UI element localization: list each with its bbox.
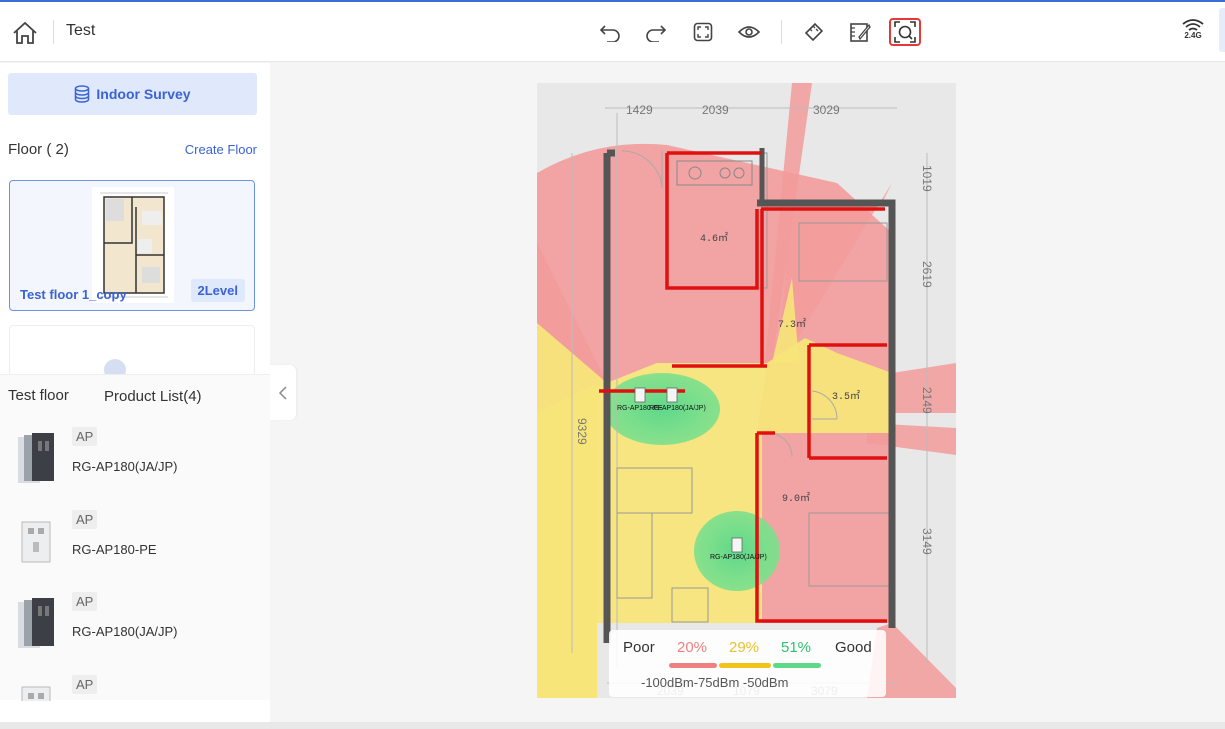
legend-bar-mid	[719, 663, 771, 668]
top-bar: Test 2.4G	[0, 0, 1225, 62]
database-icon	[75, 85, 90, 103]
project-title: Test	[66, 22, 96, 39]
product-type-tag: AP	[72, 592, 98, 611]
floor-level-badge: 2Level	[190, 279, 245, 302]
legend-dbm-scale: -100dBm-75dBm -50dBm	[641, 675, 789, 690]
dimension-label: 1429	[626, 103, 653, 117]
product-item[interactable]: AP RG-AP180(JA/JP)	[0, 425, 270, 505]
product-item[interactable]: AP RG-AP180-PE	[0, 508, 270, 588]
room-area-label: 9.0㎡	[782, 492, 810, 505]
product-name: RG-AP180(JA/JP)	[72, 459, 178, 474]
ruler-icon	[804, 22, 824, 42]
legend-bar-good	[773, 663, 821, 668]
home-button[interactable]	[10, 18, 40, 48]
band-label: 2.4G	[1184, 31, 1202, 40]
collapse-sidebar-button[interactable]	[270, 365, 296, 420]
heatmap-scan-icon	[894, 21, 916, 43]
legend-bar-poor	[669, 663, 717, 668]
dimension-label: 2149	[920, 387, 934, 414]
redo-button[interactable]	[640, 18, 672, 46]
dimension-label: 1019	[920, 165, 934, 192]
heatmap-scan-button[interactable]	[889, 18, 921, 46]
fit-screen-icon	[693, 22, 713, 42]
dimension-label: 9329	[575, 418, 589, 445]
indoor-survey-label: Indoor Survey	[96, 86, 191, 102]
product-item[interactable]: AP RG-AP180(JA/JP)	[0, 590, 270, 670]
dimension-label: 3029	[813, 103, 840, 117]
draw-wall-button[interactable]	[844, 18, 876, 46]
legend-good-label: Good	[835, 639, 872, 656]
ap-label: RG-AP180(JA/JP)	[710, 554, 767, 561]
home-icon	[13, 21, 37, 44]
view-button[interactable]	[733, 18, 765, 46]
floor-count-heading: Floor ( 2)	[8, 141, 69, 158]
header-divider	[53, 20, 54, 44]
ap-device-image	[18, 598, 54, 648]
product-item[interactable]: AP	[0, 673, 270, 701]
dimension-label: 3149	[920, 528, 934, 555]
room-area-label: 4.6㎡	[700, 232, 728, 245]
undo-button[interactable]	[594, 18, 626, 46]
indoor-survey-button[interactable]: Indoor Survey	[8, 73, 257, 115]
toolbar-divider	[781, 20, 782, 44]
legend-poor-percent: 20%	[677, 639, 708, 656]
heatmap-floorplan: RG-AP180-PE RG-AP180(JA/JP) RG-AP180(JA/…	[537, 83, 956, 698]
fit-screen-button[interactable]	[687, 18, 719, 46]
band-switch-button[interactable]: 2.4G	[1178, 18, 1208, 48]
product-panel: Test floor Product List(4) AP RG-AP180(J…	[0, 374, 270, 701]
legend-good-percent: 51%	[781, 639, 812, 656]
product-type-tag: AP	[72, 510, 98, 529]
ap-device-image	[18, 433, 54, 483]
eye-icon	[738, 26, 760, 38]
create-floor-link[interactable]: Create Floor	[185, 142, 257, 157]
dimension-label: 2039	[702, 103, 729, 117]
floor-thumbnail	[92, 187, 174, 303]
legend-poor-label: Poor	[623, 639, 655, 656]
ap-label: RG-AP180(JA/JP)	[649, 405, 706, 412]
measure-button[interactable]	[798, 18, 830, 46]
bottom-scrollbar-track	[0, 722, 1225, 729]
signal-legend: Poor 20% 29% 51% Good -100dBm-75dBm -50d…	[609, 630, 886, 697]
draw-wall-icon	[850, 23, 871, 42]
redo-icon	[646, 25, 667, 42]
chevron-left-icon	[278, 385, 287, 400]
floor-card-selected[interactable]: Test floor 1_copy 2Level	[9, 180, 255, 311]
product-type-tag: AP	[72, 427, 98, 446]
dimension-label: 2619	[920, 261, 934, 288]
room-area-label: 7.3㎡	[778, 318, 806, 331]
floor-name: Test floor 1_copy	[20, 287, 127, 302]
right-edge-tab	[1219, 8, 1225, 52]
ap-device-image	[21, 521, 51, 563]
product-type-tag: AP	[72, 675, 98, 694]
ap-device-image	[21, 686, 51, 701]
product-name: RG-AP180-PE	[72, 542, 157, 557]
room-area-label: 3.5㎡	[832, 390, 860, 403]
legend-mid-percent: 29%	[729, 639, 760, 656]
panel-floor-name: Test floor	[8, 387, 69, 404]
undo-icon	[599, 25, 620, 42]
floorplan-canvas[interactable]: RG-AP180-PE RG-AP180(JA/JP) RG-AP180(JA/…	[537, 83, 956, 698]
product-name: RG-AP180(JA/JP)	[72, 624, 178, 639]
product-list-tab[interactable]: Product List(4)	[104, 388, 202, 405]
